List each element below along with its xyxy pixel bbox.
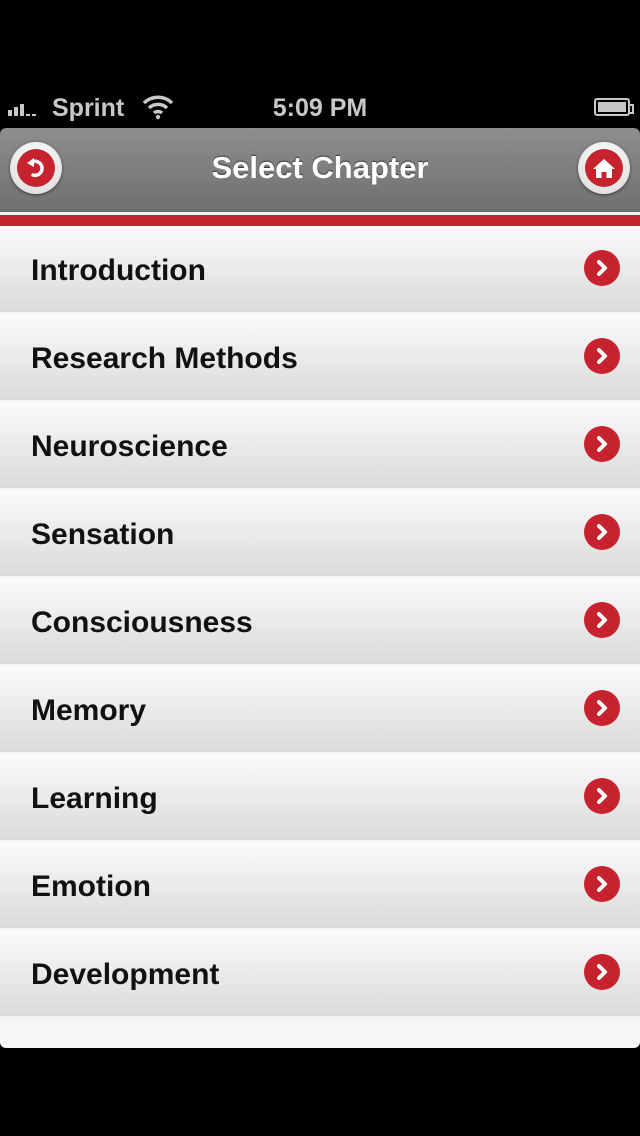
chapter-list: Introduction Research Methods Neuroscience… [0, 226, 640, 1048]
chevron-right-icon[interactable] [584, 338, 620, 374]
battery-icon [594, 98, 634, 116]
chapter-label: Development [31, 958, 220, 991]
chevron-right-icon[interactable] [584, 602, 620, 638]
chevron-right-icon[interactable] [584, 250, 620, 286]
chapter-row[interactable]: Research Methods [0, 314, 640, 402]
chevron-right-icon[interactable] [584, 514, 620, 550]
chevron-right-icon[interactable] [584, 426, 620, 462]
status-bar: Sprint 5:09 PM [0, 88, 640, 128]
page-title: Select Chapter [211, 150, 429, 185]
home-button[interactable] [578, 142, 630, 194]
home-icon [593, 159, 615, 178]
chapter-row[interactable]: Neuroscience [0, 402, 640, 490]
chapter-label: Neuroscience [31, 430, 228, 463]
chapter-row[interactable]: Development [0, 930, 640, 1018]
chapter-label: Emotion [31, 870, 151, 903]
chapter-label: Research Methods [31, 342, 298, 375]
chevron-right-icon[interactable] [584, 778, 620, 814]
chapter-row[interactable]: Learning [0, 754, 640, 842]
chapter-row[interactable]: Emotion [0, 842, 640, 930]
chapter-row[interactable]: Introduction [0, 226, 640, 314]
accent-stripe [0, 215, 640, 226]
chapter-label: Learning [31, 782, 158, 815]
navigation-bar: Select Chapter [0, 128, 640, 214]
chevron-right-icon[interactable] [584, 866, 620, 902]
chapter-row[interactable]: Sensation [0, 490, 640, 578]
chevron-right-icon[interactable] [584, 954, 620, 990]
chapter-label: Consciousness [31, 606, 253, 639]
clock: 5:09 PM [272, 94, 368, 122]
chapter-label: Introduction [31, 254, 206, 287]
chapter-row[interactable]: Consciousness [0, 578, 640, 666]
chapter-label: Sensation [31, 518, 175, 551]
chapter-row[interactable]: Memory [0, 666, 640, 754]
chapter-label: Memory [31, 694, 147, 727]
chevron-right-icon[interactable] [584, 690, 620, 726]
